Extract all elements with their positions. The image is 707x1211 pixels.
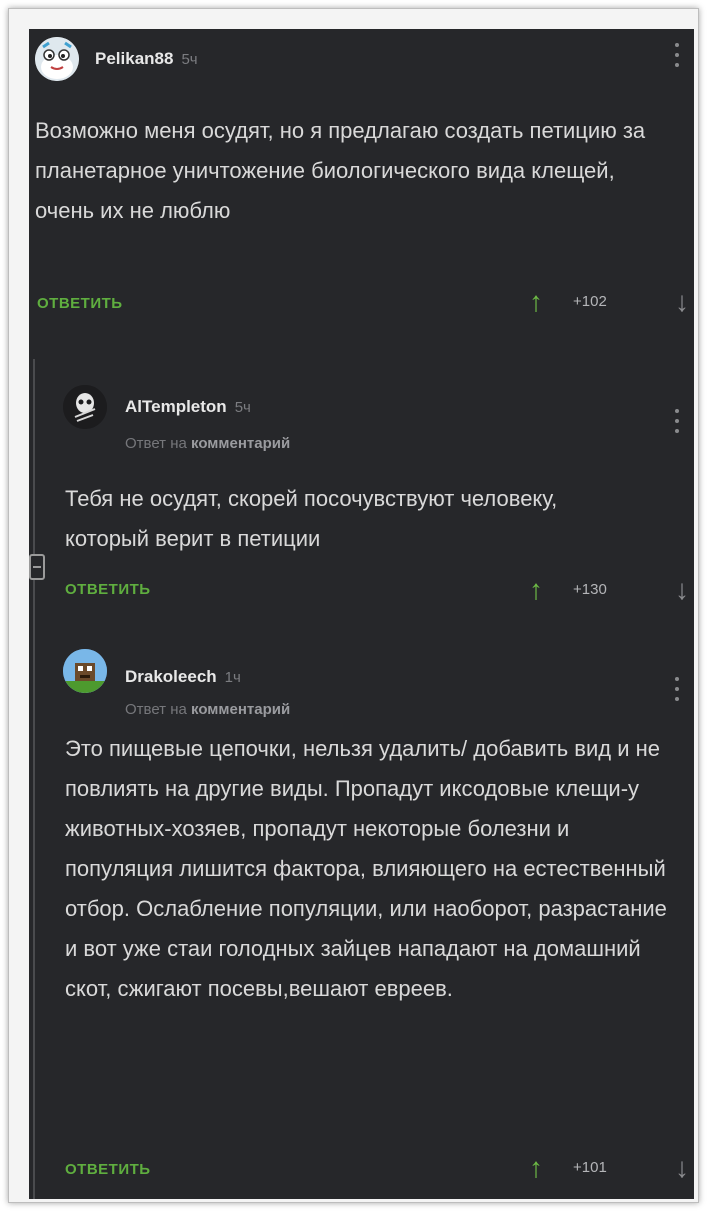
avatar[interactable] [35, 37, 79, 81]
score: +101 [573, 1159, 607, 1176]
more-vertical-icon[interactable] [673, 43, 681, 71]
author-name[interactable]: Drakoleech 1ч [125, 667, 241, 687]
arrow-down-icon[interactable]: ↓ [675, 1153, 689, 1183]
reply-button[interactable]: ОТВЕТИТЬ [65, 1161, 151, 1178]
comment-text: Возможно меня осудят, но я предлагаю соз… [35, 118, 646, 223]
author-name[interactable]: Pelikan88 5ч [95, 49, 198, 69]
reply-to-prefix: Ответ на [125, 701, 187, 718]
more-vertical-icon[interactable] [673, 677, 681, 705]
reply-button[interactable]: ОТВЕТИТЬ [65, 581, 151, 598]
author-username[interactable]: Pelikan88 [95, 49, 173, 68]
image-frame: Pelikan88 5ч Возможно меня осудят, но я п… [8, 8, 699, 1203]
vote-controls: ↑ +101 ↓ [529, 1153, 689, 1183]
avatar-face-icon [35, 37, 79, 81]
reply-to-target[interactable]: комментарий [191, 435, 290, 452]
comment-time: 1ч [224, 669, 241, 686]
arrow-down-icon[interactable]: ↓ [675, 287, 689, 317]
vote-controls: ↑ +102 ↓ [529, 287, 689, 317]
comment-time: 5ч [234, 399, 251, 416]
avatar-pixel-icon [63, 649, 107, 693]
comment-pelikan88: Pelikan88 5ч Возможно меня осудят, но я п… [29, 29, 694, 329]
author-username[interactable]: Drakoleech [125, 667, 217, 686]
reply-button[interactable]: ОТВЕТИТЬ [37, 295, 123, 312]
arrow-up-icon[interactable]: ↑ [529, 287, 543, 317]
reply-to-link[interactable]: Ответ на комментарий [125, 701, 290, 718]
score: +102 [573, 293, 607, 310]
comment-drakoleech: Drakoleech 1ч Ответ на комментарий Это пи… [29, 629, 694, 1199]
comments-screen: Pelikan88 5ч Возможно меня осудят, но я п… [29, 29, 694, 1199]
comment-altempleton: AlTempleton 5ч Ответ на комментарий Тебя … [29, 359, 694, 609]
reply-to-link[interactable]: Ответ на комментарий [125, 435, 290, 452]
avatar[interactable] [63, 649, 107, 693]
more-vertical-icon[interactable] [673, 409, 681, 437]
avatar-skull-icon [63, 385, 107, 429]
score: +130 [573, 581, 607, 598]
reply-to-target[interactable]: комментарий [191, 701, 290, 718]
avatar[interactable] [63, 385, 107, 429]
author-name[interactable]: AlTempleton 5ч [125, 397, 251, 417]
arrow-up-icon[interactable]: ↑ [529, 1153, 543, 1183]
comment-time: 5ч [181, 51, 198, 68]
comment-text: Тебя не осудят, скорей посочувствуют чел… [65, 486, 558, 551]
reply-to-prefix: Ответ на [125, 435, 187, 452]
vote-controls: ↑ +130 ↓ [529, 575, 689, 605]
arrow-down-icon[interactable]: ↓ [675, 575, 689, 605]
comment-text: Это пищевые цепочки, нельзя удалить/ доб… [65, 736, 667, 1001]
author-username[interactable]: AlTempleton [125, 397, 227, 416]
arrow-up-icon[interactable]: ↑ [529, 575, 543, 605]
